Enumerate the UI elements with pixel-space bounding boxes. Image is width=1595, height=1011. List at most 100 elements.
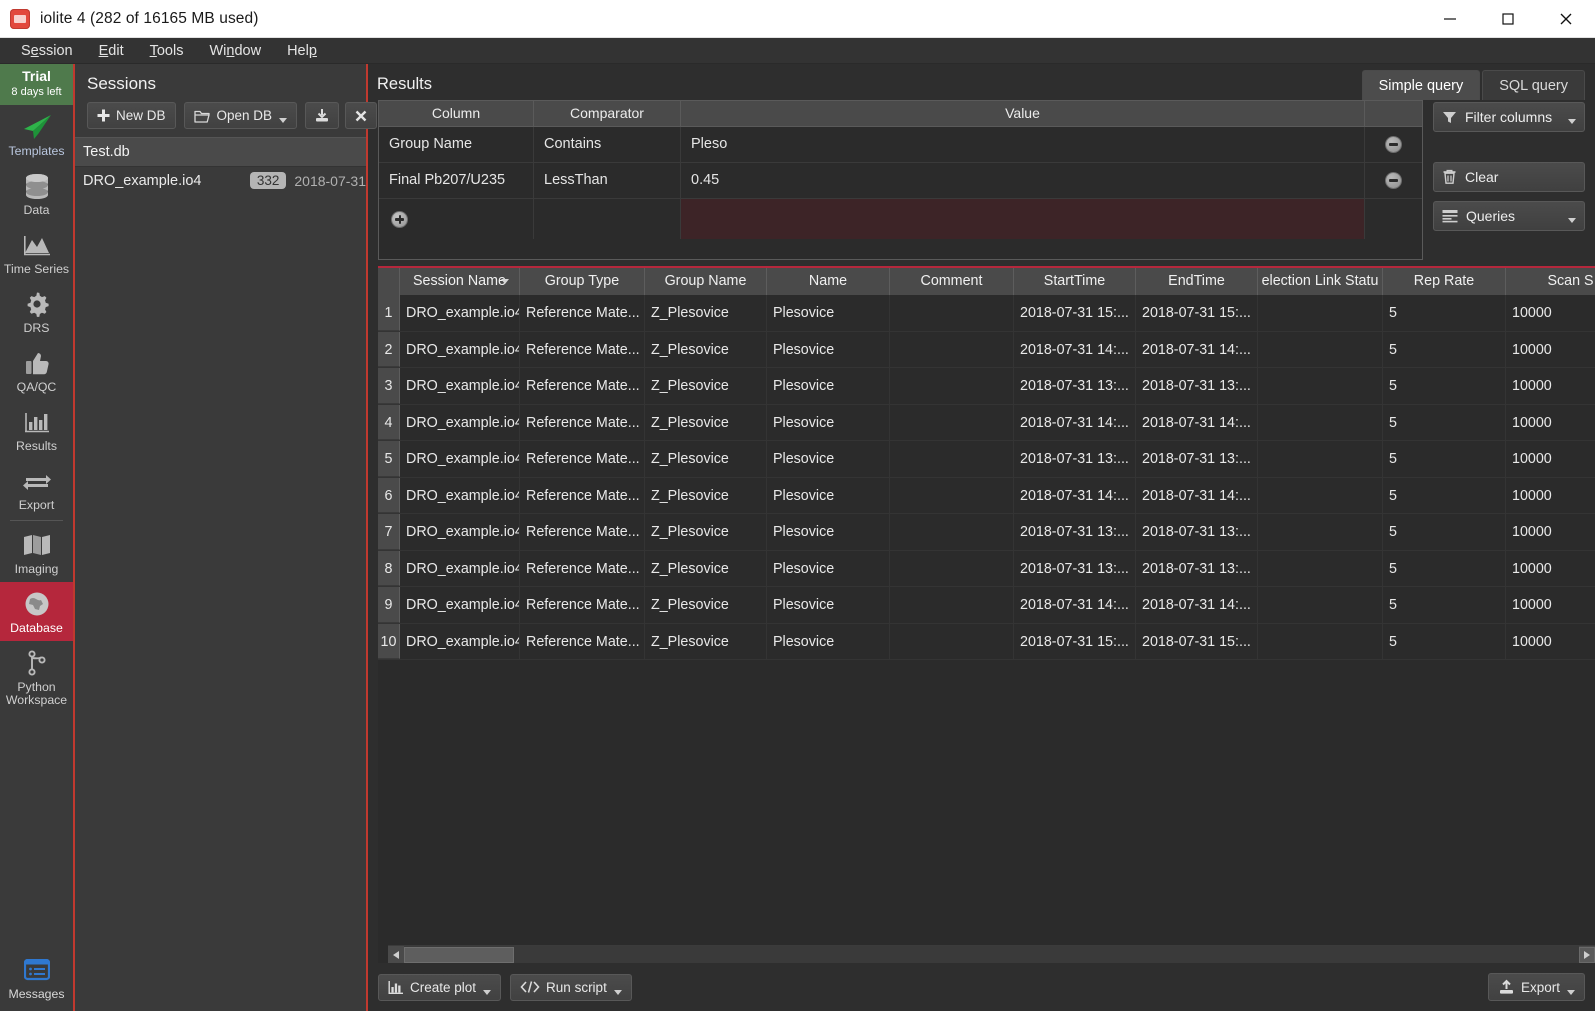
cell-name: Plesovice	[767, 587, 890, 623]
query-add-condition-row[interactable]	[379, 199, 1422, 239]
query-condition-row[interactable]: Final Pb207/U235 LessThan 0.45	[379, 163, 1422, 199]
header-column[interactable]: Column	[379, 101, 534, 126]
cell-starttime: 2018-07-31 15:...	[1014, 623, 1136, 659]
open-db-label: Open DB	[216, 108, 273, 123]
cell-selection-link-status	[1258, 587, 1383, 623]
results-panel: Results Simple query SQL query Column Co…	[368, 64, 1595, 1011]
scroll-left-arrow-icon[interactable]	[388, 946, 404, 963]
condition-comparator[interactable]: Contains	[534, 127, 681, 162]
table-row[interactable]: 10 DRO_example.io4 Reference Mate... Z_Ples…	[378, 623, 1595, 660]
create-plot-button[interactable]: Create plot	[378, 973, 502, 1001]
add-value-cell[interactable]	[681, 199, 1365, 239]
queries-button[interactable]: Queries	[1433, 201, 1585, 231]
header-delete	[1365, 101, 1422, 126]
table-row[interactable]: 9 DRO_example.io4 Reference Mate... Z_Pleso…	[378, 587, 1595, 624]
scroll-right-arrow-icon[interactable]	[1579, 946, 1595, 963]
sidebar-item-python-workspace[interactable]: Python Workspace	[0, 641, 73, 713]
menu-edit[interactable]: Edit	[86, 40, 137, 62]
list-item[interactable]: DRO_example.io4 332 2018-07-31	[75, 167, 366, 194]
header-session-name[interactable]: Session Name	[400, 268, 520, 295]
header-name[interactable]: Name	[767, 268, 890, 295]
condition-value[interactable]: Pleso	[681, 127, 1365, 162]
header-selection-link-status[interactable]: election Link Statu	[1258, 268, 1383, 295]
condition-column[interactable]: Final Pb207/U235	[379, 163, 534, 198]
run-script-button[interactable]: Run script	[510, 973, 632, 1001]
results-table-header: Session Name Group Type Group Name Name …	[378, 268, 1595, 295]
cell-session-name: DRO_example.io4	[400, 441, 520, 477]
queries-label: Queries	[1466, 208, 1516, 224]
header-starttime[interactable]: StartTime	[1014, 268, 1136, 295]
sidebar-item-qaqc[interactable]: QA/QC	[0, 341, 73, 400]
condition-column[interactable]: Group Name	[379, 127, 534, 162]
sessions-panel-title: Sessions	[87, 74, 156, 93]
minus-circle-icon[interactable]	[1385, 172, 1402, 189]
table-row[interactable]: 4 DRO_example.io4 Reference Mate... Z_Pleso…	[378, 404, 1595, 441]
tab-simple-query[interactable]: Simple query	[1361, 70, 1481, 100]
table-row[interactable]: 7 DRO_example.io4 Reference Mate... Z_Pleso…	[378, 514, 1595, 551]
header-value[interactable]: Value	[681, 101, 1365, 126]
condition-comparator[interactable]: LessThan	[534, 163, 681, 198]
cell-group-name: Z_Plesovice	[645, 368, 767, 404]
sidebar-item-drs[interactable]: DRS	[0, 282, 73, 341]
table-row[interactable]: 1 DRO_example.io4 Reference Mate... Z_Pleso…	[378, 295, 1595, 332]
sidebar-item-messages[interactable]: Messages	[0, 948, 73, 1011]
header-comparator[interactable]: Comparator	[534, 101, 681, 126]
folder-open-icon	[193, 109, 211, 123]
table-row[interactable]: 5 DRO_example.io4 Reference Mate... Z_Pleso…	[378, 441, 1595, 478]
table-row[interactable]: 6 DRO_example.io4 Reference Mate... Z_Pleso…	[378, 477, 1595, 514]
create-plot-label: Create plot	[410, 979, 477, 995]
condition-value[interactable]: 0.45	[681, 163, 1365, 198]
sidebar-item-results[interactable]: Results	[0, 400, 73, 459]
horizontal-scrollbar[interactable]	[388, 945, 1595, 963]
scrollbar-thumb[interactable]	[404, 946, 514, 963]
left-navigation-rail: Trial 8 days left Templates Data Time Se…	[0, 64, 75, 1011]
trial-badge: Trial 8 days left	[0, 64, 73, 105]
map-icon	[22, 530, 52, 560]
cell-group-type: Reference Mate...	[520, 441, 645, 477]
import-download-icon	[314, 108, 330, 123]
sidebar-item-imaging[interactable]: Imaging	[0, 523, 73, 582]
table-row[interactable]: 8 DRO_example.io4 Reference Mate... Z_Pleso…	[378, 550, 1595, 587]
cell-name: Plesovice	[767, 514, 890, 550]
clear-button[interactable]: Clear	[1433, 162, 1585, 192]
menu-tools[interactable]: Tools	[137, 40, 197, 62]
run-script-label: Run script	[546, 979, 607, 995]
minus-circle-icon[interactable]	[1385, 136, 1402, 153]
sidebar-item-templates[interactable]: Templates	[0, 105, 73, 164]
open-db-button[interactable]: Open DB	[183, 102, 298, 129]
sidebar-item-export[interactable]: Export	[0, 459, 73, 518]
sidebar-item-database[interactable]: Database	[0, 582, 73, 641]
export-button[interactable]: Export	[1487, 973, 1585, 1001]
minimize-icon[interactable]	[1421, 0, 1479, 38]
paper-plane-icon	[20, 112, 54, 142]
filter-columns-button[interactable]: Filter columns	[1433, 102, 1585, 132]
cell-group-name: Z_Plesovice	[645, 587, 767, 623]
plus-circle-icon[interactable]	[391, 210, 408, 228]
table-row[interactable]: 2 DRO_example.io4 Reference Mate... Z_Pleso…	[378, 331, 1595, 368]
table-row[interactable]: 3 DRO_example.io4 Reference Mate... Z_Pleso…	[378, 368, 1595, 405]
menu-window[interactable]: Window	[196, 40, 274, 62]
header-group-name[interactable]: Group Name	[645, 268, 767, 295]
close-db-button[interactable]	[345, 102, 378, 129]
close-icon[interactable]	[1537, 0, 1595, 38]
sidebar-item-label: Messages	[8, 987, 65, 1001]
scrollbar-track[interactable]	[404, 945, 1579, 963]
new-db-button[interactable]: New DB	[87, 102, 176, 129]
header-rep-rate[interactable]: Rep Rate	[1383, 268, 1506, 295]
tab-sql-query[interactable]: SQL query	[1482, 70, 1585, 100]
menu-help[interactable]: Help	[274, 40, 330, 62]
add-comparator-cell[interactable]	[534, 199, 681, 239]
header-group-type[interactable]: Group Type	[520, 268, 645, 295]
header-scan-speed[interactable]: Scan S	[1506, 268, 1595, 295]
import-session-button[interactable]	[305, 102, 340, 129]
sidebar-item-data[interactable]: Data	[0, 164, 73, 223]
database-header[interactable]: Test.db	[75, 137, 366, 167]
sidebar-item-time-series[interactable]: Time Series	[0, 223, 73, 282]
query-condition-row[interactable]: Group Name Contains Pleso	[379, 127, 1422, 163]
header-comment[interactable]: Comment	[890, 268, 1014, 295]
header-endtime[interactable]: EndTime	[1136, 268, 1258, 295]
chevron-down-icon	[1568, 217, 1576, 223]
cell-endtime: 2018-07-31 14:...	[1136, 404, 1258, 440]
maximize-icon[interactable]	[1479, 0, 1537, 38]
menu-session[interactable]: Session	[8, 40, 86, 62]
